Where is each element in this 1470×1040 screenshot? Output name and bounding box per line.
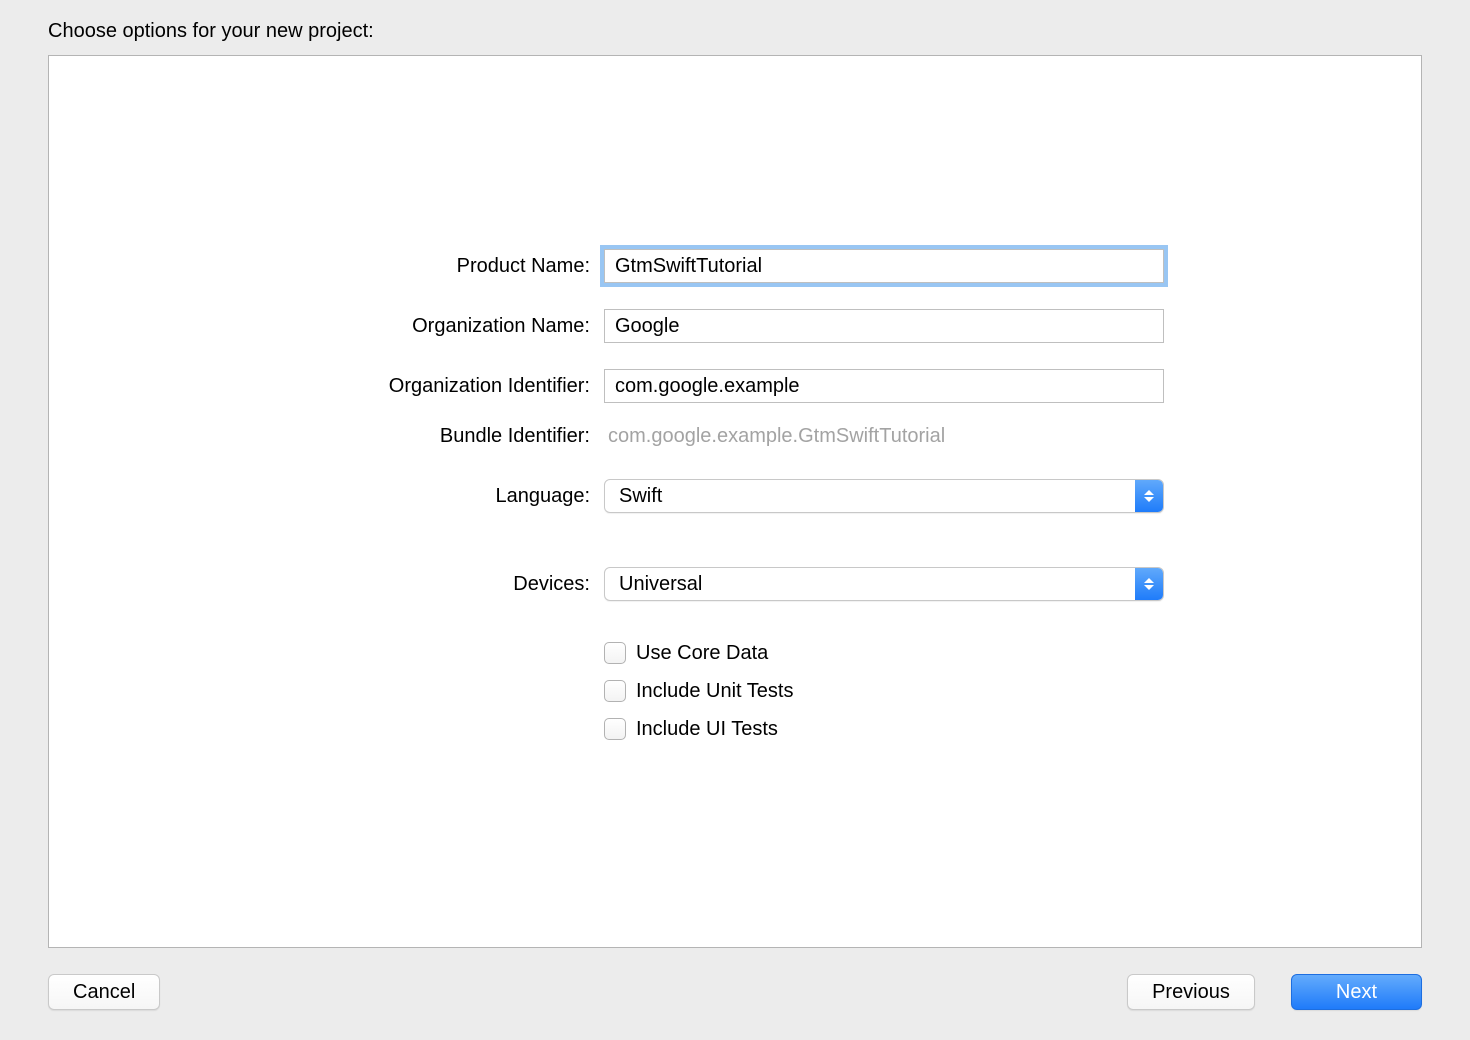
dialog-footer: Cancel Previous Next [48, 948, 1422, 1010]
use-core-data-row: Use Core Data [49, 634, 1421, 672]
product-name-input[interactable] [604, 249, 1164, 283]
product-name-label: Product Name: [49, 255, 604, 278]
bundle-identifier-label: Bundle Identifier: [49, 425, 604, 448]
bundle-identifier-row: Bundle Identifier: com.google.example.Gt… [49, 416, 1421, 456]
language-select[interactable]: Swift [604, 479, 1164, 513]
use-core-data-label: Use Core Data [636, 642, 768, 665]
new-project-options-dialog: Choose options for your new project: Pro… [0, 0, 1470, 1040]
language-select-value: Swift [605, 485, 1135, 508]
use-core-data-checkbox[interactable] [604, 642, 626, 664]
dropdown-caret-icon [1135, 480, 1163, 512]
bundle-identifier-value: com.google.example.GtmSwiftTutorial [604, 425, 945, 448]
cancel-button[interactable]: Cancel [48, 974, 160, 1010]
next-button[interactable]: Next [1291, 974, 1422, 1010]
devices-label: Devices: [49, 573, 604, 596]
organization-identifier-row: Organization Identifier: [49, 356, 1421, 416]
dropdown-caret-icon [1135, 568, 1163, 600]
include-unit-tests-row: Include Unit Tests [49, 672, 1421, 710]
organization-identifier-label: Organization Identifier: [49, 375, 604, 398]
devices-select[interactable]: Universal [604, 567, 1164, 601]
organization-name-row: Organization Name: [49, 296, 1421, 356]
product-name-row: Product Name: [49, 236, 1421, 296]
dialog-title: Choose options for your new project: [48, 20, 1422, 43]
language-row: Language: Swift [49, 466, 1421, 526]
include-ui-tests-row: Include UI Tests [49, 710, 1421, 748]
options-sheet: Product Name: Organization Name: Organiz… [48, 55, 1422, 948]
options-checkbox-group: Use Core Data Include Unit Tests Include… [49, 634, 1421, 748]
previous-button[interactable]: Previous [1127, 974, 1255, 1010]
options-form: Product Name: Organization Name: Organiz… [49, 236, 1421, 748]
include-ui-tests-checkbox[interactable] [604, 718, 626, 740]
devices-row: Devices: Universal [49, 554, 1421, 614]
language-label: Language: [49, 485, 604, 508]
include-unit-tests-checkbox[interactable] [604, 680, 626, 702]
devices-select-value: Universal [605, 573, 1135, 596]
organization-identifier-input[interactable] [604, 369, 1164, 403]
include-ui-tests-label: Include UI Tests [636, 718, 778, 741]
include-unit-tests-label: Include Unit Tests [636, 680, 794, 703]
organization-name-label: Organization Name: [49, 315, 604, 338]
organization-name-input[interactable] [604, 309, 1164, 343]
